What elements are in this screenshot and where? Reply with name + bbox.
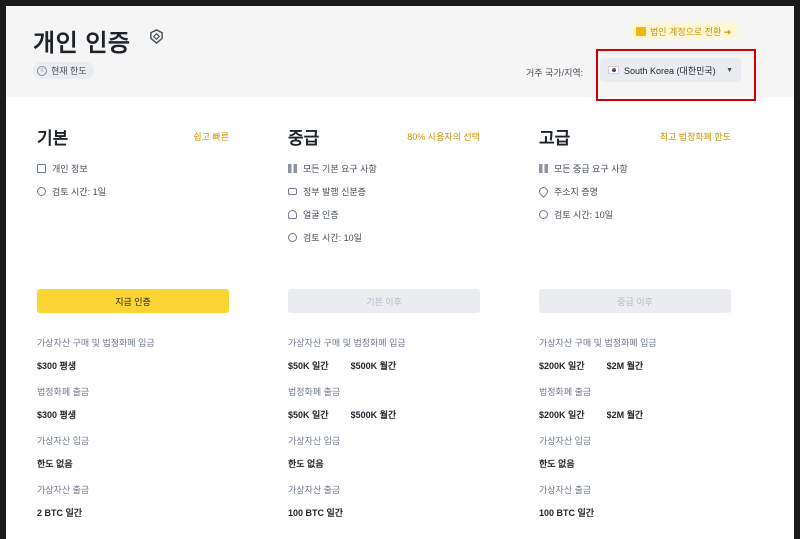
requirements-list: 모든 기본 요구 사항 정부 발행 신분증 얼굴 인증 검토 시간: 10일: [288, 163, 480, 243]
current-limit-button[interactable]: i 현재 한도: [33, 62, 94, 79]
requirement-item: 검토 시간: 10일: [539, 209, 731, 220]
limit-value: $300 평생: [37, 361, 77, 371]
info-icon: i: [37, 65, 47, 76]
limit-value: 한도 없음: [288, 459, 324, 469]
after-intermediate-button[interactable]: 중급 이후: [539, 289, 731, 313]
shield-icon: [150, 29, 163, 44]
requirement-text: 모든 중급 요구 사항: [554, 163, 628, 174]
requirement-item: 개인 정보: [37, 163, 229, 174]
country-label: 거주 국가/지역:: [526, 68, 584, 78]
limit-value: $300 평생: [37, 410, 77, 420]
clock-icon: [37, 186, 46, 196]
tier-tag: 쉽고 빠른: [193, 132, 229, 142]
requirements-list: 개인 정보 검토 시간: 1일: [37, 163, 229, 197]
location-pin-icon: [537, 184, 550, 198]
face-icon: [288, 209, 297, 219]
tier-intermediate: 중급 80% 사용자의 선택 모든 기본 요구 사항 정부 발행 신분증 얼굴 …: [288, 124, 480, 255]
limit-label: 가상자산 구매 및 법정화폐 입금: [37, 338, 155, 348]
requirement-item: 주소지 증명: [537, 184, 731, 198]
requirement-item: 정부 발행 신분증: [288, 186, 480, 197]
limit-label: 가상자산 구매 및 법정화폐 입금: [288, 338, 406, 348]
requirement-text: 정부 발행 신분증: [303, 186, 366, 197]
requirement-item: 얼굴 인증: [288, 209, 480, 220]
clock-icon: [539, 209, 548, 219]
building-icon: [636, 26, 646, 36]
clock-icon: [288, 232, 297, 242]
limits-basic: 가상자산 구매 및 법정화폐 입금 $300 평생 법정화폐 출금 $300 평…: [37, 336, 229, 532]
highlight-box: [596, 49, 756, 101]
tier-advanced: 고급 최고 법정화폐 한도 모든 중급 요구 사항 주소지 증명 검토 시간: …: [537, 124, 731, 232]
requirement-item: 검토 시간: 1일: [37, 186, 229, 197]
limits-advanced: 가상자산 구매 및 법정화폐 입금 $200K 일간 $2M 월간 법정화폐 출금…: [539, 336, 731, 532]
card-icon: [288, 187, 297, 195]
limit-label: 법정화폐 출금: [539, 387, 592, 397]
limit-value: 2 BTC 일간: [37, 508, 83, 518]
tier-tag: 최고 법정화폐 한도: [659, 132, 731, 142]
limit-value: $200K 일간: [539, 361, 585, 371]
limit-label: 가상자산 구매 및 법정화폐 입금: [539, 338, 657, 348]
limit-label: 법정화폐 출금: [37, 387, 90, 397]
requirement-item: 검토 시간: 10일: [288, 232, 480, 243]
limits-intermediate: 가상자산 구매 및 법정화폐 입금 $50K 일간 $500K 월간 법정화폐 출…: [288, 336, 480, 532]
requirements-list: 모든 중급 요구 사항 주소지 증명 검토 시간: 10일: [537, 163, 731, 220]
tier-basic: 기본 쉽고 빠른 개인 정보 검토 시간: 1일: [37, 124, 229, 209]
after-basic-button[interactable]: 기본 이후: [288, 289, 480, 313]
limit-value: $50K 일간: [288, 410, 329, 420]
verification-page: 개인 인증 i 현재 한도 법인 계정으로 전환 ➔ 거주 국가/지역: Sou…: [6, 6, 794, 539]
switch-to-corporate-button[interactable]: 법인 계정으로 전환 ➔: [630, 22, 738, 40]
limit-value: $2M 월간: [606, 410, 644, 420]
corporate-button-label: 법인 계정으로 전환 ➔: [650, 26, 732, 37]
verify-now-button[interactable]: 지금 인증: [37, 289, 229, 313]
id-card-icon: [37, 163, 46, 173]
header: 개인 인증 i 현재 한도 법인 계정으로 전환 ➔ 거주 국가/지역: Sou…: [6, 6, 794, 101]
limit-value: $200K 일간: [539, 410, 585, 420]
limit-value: $50K 일간: [288, 361, 329, 371]
requirement-text: 주소지 증명: [554, 186, 598, 197]
current-limit-label: 현재 한도: [51, 66, 87, 76]
limit-value: 100 BTC 일간: [288, 508, 344, 518]
requirement-text: 검토 시간: 10일: [303, 232, 362, 243]
requirement-item: 모든 기본 요구 사항: [288, 163, 480, 174]
limit-label: 가상자산 출금: [37, 485, 90, 495]
limit-label: 가상자산 입금: [37, 436, 90, 446]
limit-label: 법정화폐 출금: [288, 387, 341, 397]
limit-label: 가상자산 출금: [288, 485, 341, 495]
requirement-text: 얼굴 인증: [303, 209, 339, 220]
limit-value: $500K 월간: [350, 410, 397, 420]
limit-label: 가상자산 입금: [539, 436, 592, 446]
grid-icon: [288, 163, 297, 173]
limit-value: 한도 없음: [37, 459, 73, 469]
limit-value: $2M 월간: [606, 361, 644, 371]
limit-label: 가상자산 입금: [288, 436, 341, 446]
limit-value: 한도 없음: [539, 459, 575, 469]
requirement-text: 검토 시간: 10일: [554, 209, 613, 220]
requirement-text: 개인 정보: [52, 163, 88, 174]
requirement-text: 모든 기본 요구 사항: [303, 163, 377, 174]
limit-value: 100 BTC 일간: [539, 508, 595, 518]
grid-icon: [539, 163, 548, 173]
limit-value: $500K 월간: [350, 361, 397, 371]
tier-tag: 80% 사용자의 선택: [407, 132, 480, 142]
limit-label: 가상자산 출금: [539, 485, 592, 495]
page-title: 개인 인증: [33, 30, 131, 57]
requirement-item: 모든 중급 요구 사항: [539, 163, 731, 174]
requirement-text: 검토 시간: 1일: [52, 186, 106, 197]
